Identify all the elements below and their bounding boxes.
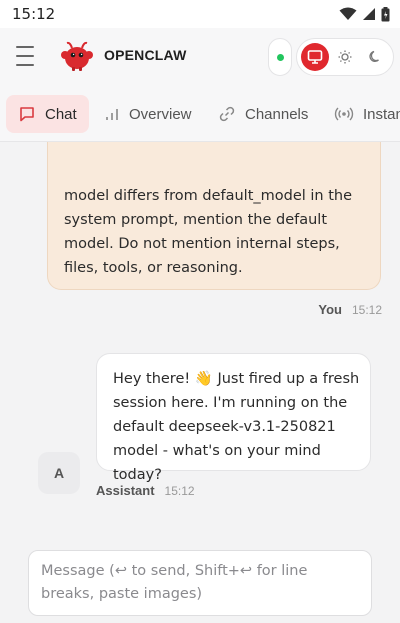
connection-status-indicator bbox=[268, 38, 292, 76]
chat-thread[interactable]: model differs from default_model in the … bbox=[0, 142, 400, 540]
theme-dark-button[interactable] bbox=[361, 43, 389, 71]
sun-icon bbox=[338, 50, 352, 64]
system-status-bar: 15:12 bbox=[0, 0, 400, 28]
user-message-bubble: model differs from default_model in the … bbox=[47, 142, 381, 290]
user-message-text: model differs from default_model in the … bbox=[64, 188, 353, 276]
status-time: 15:12 bbox=[12, 5, 56, 23]
theme-light-button[interactable] bbox=[331, 43, 359, 71]
tab-chat[interactable]: Chat bbox=[6, 95, 89, 133]
link-icon bbox=[218, 105, 236, 123]
theme-system-button[interactable] bbox=[301, 43, 329, 71]
tab-instances[interactable]: Instan bbox=[334, 95, 400, 133]
assistant-message-text: Hey there! 👋 Just fired up a fresh sessi… bbox=[113, 371, 360, 483]
message-input[interactable] bbox=[41, 560, 361, 609]
online-dot-icon bbox=[277, 54, 284, 61]
message-time: 15:12 bbox=[351, 303, 382, 317]
moon-icon bbox=[369, 50, 379, 63]
tab-label: Channels bbox=[245, 105, 309, 123]
brand-name: OPENCLAW bbox=[104, 47, 187, 63]
assistant-avatar: A bbox=[38, 452, 80, 494]
menu-icon bbox=[16, 46, 34, 48]
sender-name: Assistant bbox=[96, 483, 155, 498]
signal-icon bbox=[363, 8, 375, 20]
hamburger-menu-button[interactable] bbox=[16, 46, 40, 66]
user-message-meta: You 15:12 bbox=[318, 302, 382, 317]
tab-overview[interactable]: Overview bbox=[104, 95, 192, 133]
tab-channels[interactable]: Channels bbox=[218, 95, 308, 133]
broadcast-icon bbox=[334, 106, 354, 122]
tab-bar: Chat Overview Channels Instan bbox=[0, 86, 400, 142]
assistant-message-bubble: Hey there! 👋 Just fired up a fresh sessi… bbox=[96, 353, 371, 483]
status-icons bbox=[339, 6, 390, 22]
message-composer bbox=[28, 550, 372, 616]
monitor-icon bbox=[307, 50, 323, 64]
assistant-message-meta: Assistant 15:12 bbox=[96, 483, 195, 498]
app-header: OPENCLAW bbox=[0, 28, 400, 86]
tab-label: Chat bbox=[45, 105, 77, 123]
message-time: 15:12 bbox=[164, 484, 195, 498]
openclaw-logo bbox=[61, 41, 93, 71]
bar-chart-icon bbox=[104, 106, 120, 122]
wifi-icon bbox=[339, 7, 357, 20]
battery-icon bbox=[381, 6, 390, 21]
tab-label: Instan bbox=[363, 105, 400, 123]
tab-label: Overview bbox=[129, 105, 192, 123]
chat-bubble-icon bbox=[18, 105, 36, 123]
theme-switcher bbox=[296, 38, 394, 76]
sender-name: You bbox=[318, 302, 342, 317]
